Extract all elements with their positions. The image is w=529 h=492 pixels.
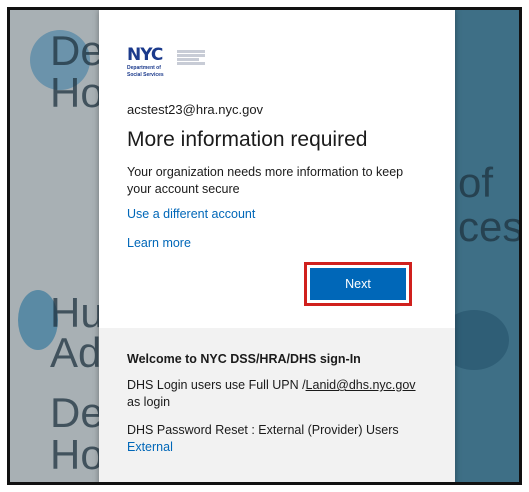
next-button-highlight: Next [304, 262, 412, 306]
description-text: Your organization needs more information… [127, 165, 404, 196]
learn-more-link[interactable]: Learn more [127, 236, 427, 250]
login-suffix: as login [127, 395, 171, 409]
login-prefix: DHS Login users use Full UPN / [127, 378, 306, 392]
logo-line [177, 58, 199, 61]
nyc-dss-logo: NYC Department of Social Services [127, 46, 427, 88]
external-link[interactable]: External [127, 439, 427, 456]
logo-line [177, 54, 205, 57]
background-text: Ho [50, 69, 104, 116]
login-example: Lanid@dhs.nyc.gov [305, 378, 416, 392]
logo-line [177, 62, 205, 65]
logo-text: NYC [127, 45, 163, 65]
password-reset-info: DHS Password Reset : External (Provider)… [127, 422, 427, 456]
background-text: Ho [50, 431, 104, 478]
account-email: acstest23@hra.nyc.gov [127, 102, 264, 117]
logo-line [177, 50, 205, 53]
nyc-logo-mark: NYC Department of Social Services [127, 46, 171, 86]
welcome-heading: Welcome to NYC DSS/HRA/DHS sign-In [127, 352, 361, 366]
signin-footer: Welcome to NYC DSS/HRA/DHS sign-In DHS L… [99, 328, 455, 482]
background-text: of [458, 159, 494, 206]
background-text: De [50, 27, 104, 74]
screenshot-frame: De Ho Hu Ad De Ho of ces NYC Department … [7, 7, 522, 485]
logo-department-line: Department of [127, 65, 161, 71]
login-instructions: DHS Login users use Full UPN /Lanid@dhs.… [127, 377, 427, 411]
next-button[interactable]: Next [310, 268, 406, 300]
password-reset-text: DHS Password Reset : External (Provider)… [127, 423, 399, 437]
signin-dialog: NYC Department of Social Services acstes… [99, 10, 455, 482]
background-text: ces [458, 203, 519, 250]
signin-panel: NYC Department of Social Services acstes… [99, 10, 455, 328]
logo-department-line: Social Services [127, 72, 164, 78]
background-text: De [50, 389, 104, 436]
page-title: More information required [127, 128, 368, 151]
background-text: Ad [50, 329, 102, 376]
background-text: Hu [50, 289, 104, 336]
use-different-account-link[interactable]: Use a different account [127, 207, 427, 221]
logo-subtitle-lines [177, 46, 205, 65]
